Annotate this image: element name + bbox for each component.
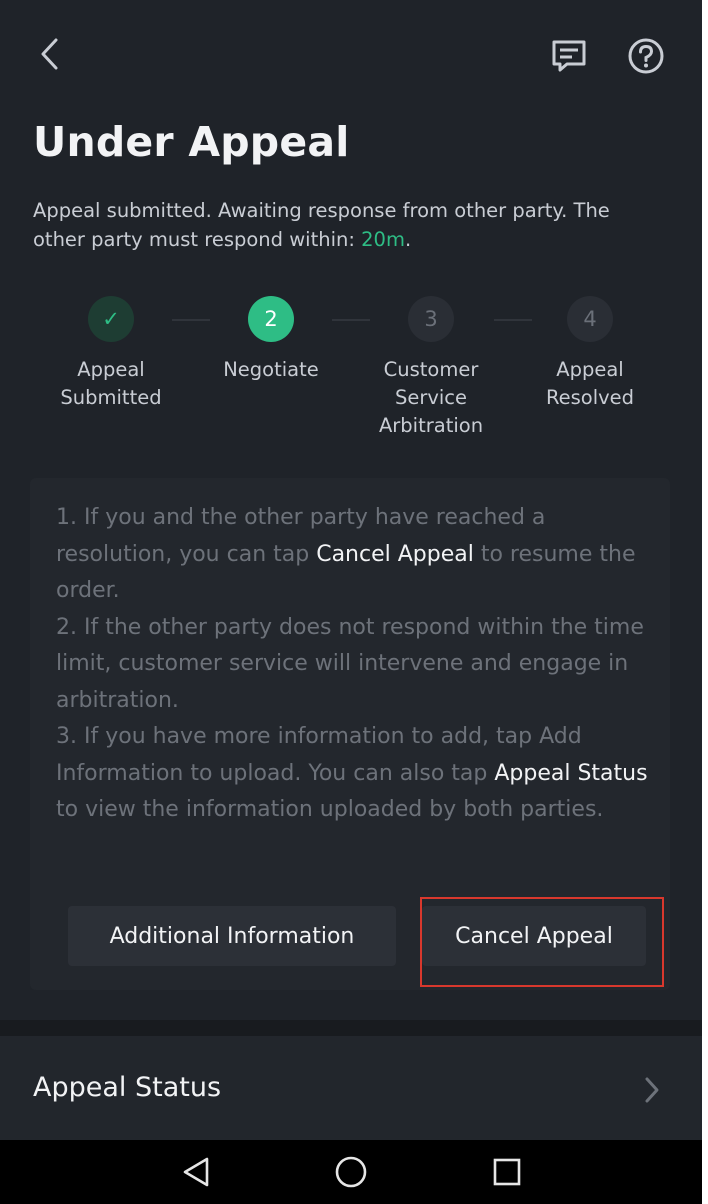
step-negotiate: 2 Negotiate bbox=[186, 296, 356, 384]
step-appeal-resolved: 4 Appeal Resolved bbox=[505, 296, 675, 412]
appeal-screen: Under Appeal Appeal submitted. Awaiting … bbox=[0, 0, 702, 1140]
check-icon: ✓ bbox=[88, 296, 134, 342]
description-suffix: . bbox=[404, 228, 412, 251]
instruction-2: 2. If the other party does not respond w… bbox=[56, 614, 644, 713]
description-text: Appeal submitted. Awaiting response from… bbox=[33, 199, 610, 251]
appeal-status-row[interactable]: Appeal Status bbox=[0, 1036, 702, 1140]
android-nav-bar bbox=[0, 1140, 702, 1204]
step-label: Customer Service Arbitration bbox=[378, 358, 484, 437]
appeal-info-card: 1. If you and the other party have reach… bbox=[30, 478, 670, 990]
step-label: Negotiate bbox=[223, 358, 319, 381]
instruction-text: to view the information uploaded by both… bbox=[56, 797, 604, 822]
help-icon[interactable] bbox=[624, 34, 668, 78]
step-label: Appeal Submitted bbox=[60, 358, 162, 409]
cancel-appeal-link[interactable]: Cancel Appeal bbox=[316, 542, 474, 567]
chevron-right-icon bbox=[642, 1076, 662, 1104]
appeal-description: Appeal submitted. Awaiting response from… bbox=[33, 196, 663, 254]
appeal-instructions: 1. If you and the other party have reach… bbox=[56, 500, 656, 829]
cancel-appeal-button[interactable]: Cancel Appeal bbox=[422, 906, 646, 966]
message-icon[interactable] bbox=[548, 36, 590, 76]
step-customer-service-arbitration: 3 Customer Service Arbitration bbox=[346, 296, 516, 440]
screen-edge bbox=[702, 0, 708, 1204]
nav-home-icon[interactable] bbox=[331, 1152, 371, 1192]
step-number: 2 bbox=[248, 296, 294, 342]
nav-recents-icon[interactable] bbox=[487, 1152, 527, 1192]
appeal-status-link[interactable]: Appeal Status bbox=[494, 761, 647, 786]
step-number: 3 bbox=[408, 296, 454, 342]
appeal-status-label: Appeal Status bbox=[33, 1072, 222, 1103]
section-divider bbox=[0, 1020, 702, 1036]
step-label: Appeal Resolved bbox=[545, 358, 635, 409]
back-icon[interactable] bbox=[32, 34, 66, 74]
page-title: Under Appeal bbox=[33, 118, 350, 166]
nav-back-icon[interactable] bbox=[176, 1152, 216, 1192]
step-number: 4 bbox=[567, 296, 613, 342]
instruction-3: 3. If you have more information to add, … bbox=[56, 719, 656, 829]
appeal-progress-steps: ✓ Appeal Submitted 2 Negotiate 3 Custome… bbox=[0, 296, 702, 446]
additional-information-button[interactable]: Additional Information bbox=[68, 906, 396, 966]
countdown-timer: 20m bbox=[361, 228, 405, 251]
instruction-1: 1. If you and the other party have reach… bbox=[56, 500, 656, 610]
step-appeal-submitted: ✓ Appeal Submitted bbox=[26, 296, 196, 412]
